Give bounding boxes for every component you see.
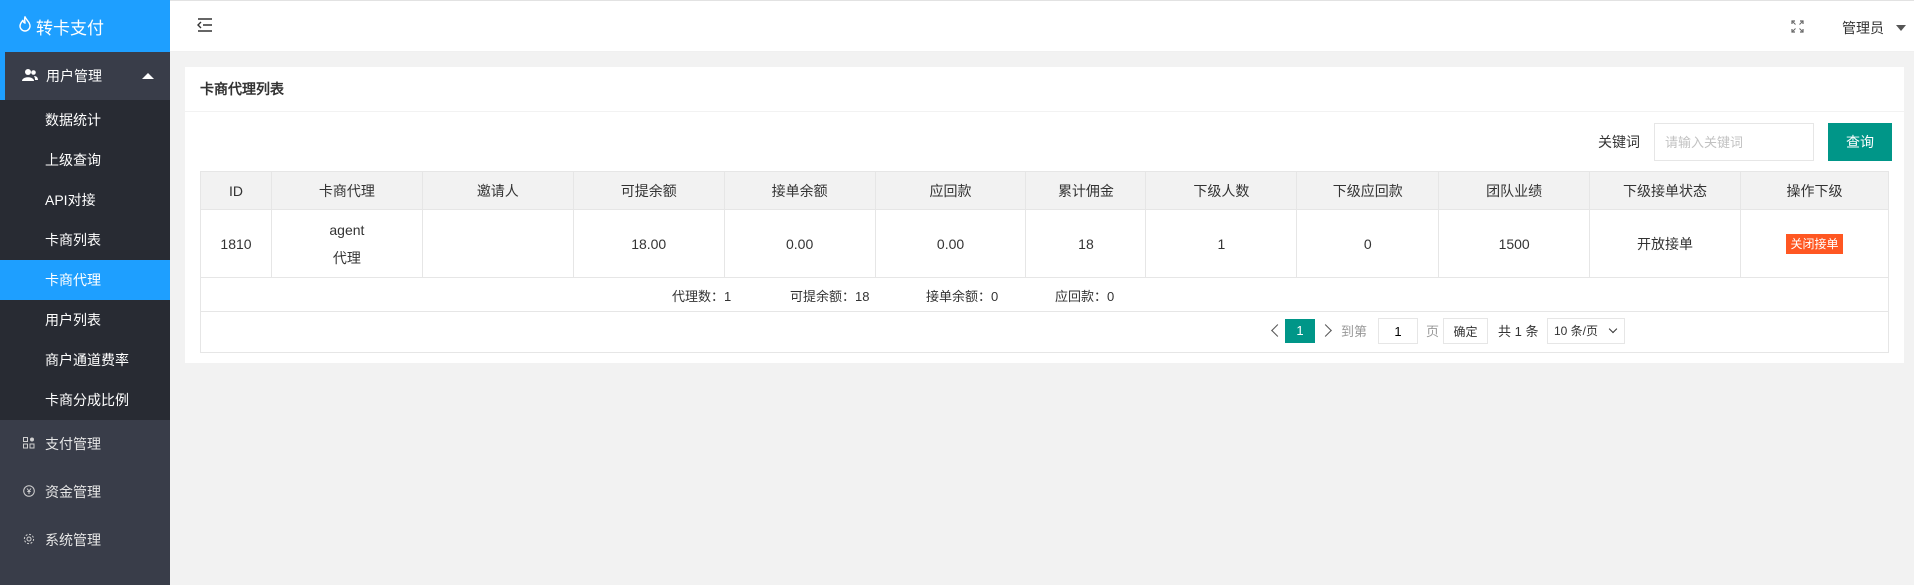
close-orders-button[interactable]: 关闭接单	[1786, 233, 1843, 254]
column-header: 下级应回款	[1296, 171, 1440, 210]
column-header: 应回款	[874, 171, 1027, 210]
column-header: 接单余额	[723, 171, 876, 210]
payment-icon	[21, 436, 37, 452]
agent-name: agent	[329, 221, 365, 238]
sidebar-item-merchant-channel-rate[interactable]: 商户通道费率	[0, 340, 170, 380]
nav-fund-management-label: 资金管理	[45, 484, 101, 500]
cell-sub-receivable: 0	[1296, 209, 1440, 278]
cell-withdrawable: 18.00	[572, 209, 725, 278]
menu-toggle-icon[interactable]	[196, 17, 214, 35]
cell-commission: 18	[1025, 209, 1147, 278]
column-header: 卡商代理	[270, 171, 423, 210]
page-size-select[interactable]: 10 条/页	[1547, 318, 1625, 344]
app-title: 转卡支付	[36, 18, 104, 38]
nav-payment-management[interactable]: 支付管理	[0, 420, 170, 468]
table-header-row: ID 卡商代理 邀请人 可提余额 接单余额 应回款 累计佣金 下级人数 下级应回…	[200, 171, 1889, 210]
chevron-down-icon	[1608, 324, 1618, 334]
pagination: 1 到第 页 确定 共 1 条 10 条/页	[200, 312, 1889, 353]
sidebar-item-card-merchant-agent[interactable]: 卡商代理	[0, 260, 170, 300]
gear-icon	[21, 533, 37, 548]
column-header: 团队业绩	[1438, 171, 1591, 210]
sidebar: 转卡支付 用户管理 数据统计 上级查询 API对接 卡商列表 卡商代理 用户列表…	[0, 0, 170, 585]
summary-withdrawable: 可提余额：18	[790, 289, 870, 304]
prev-page-icon[interactable]	[1271, 324, 1284, 337]
nav-system-management[interactable]: 系统管理	[0, 516, 170, 564]
sidebar-item-superior-query[interactable]: 上级查询	[0, 140, 170, 180]
nav-user-management-label: 用户管理	[46, 68, 102, 84]
cell-id: 1810	[200, 209, 272, 278]
cell-sub-status: 开放接单	[1589, 209, 1741, 278]
sidebar-item-user-list[interactable]: 用户列表	[0, 300, 170, 340]
cell-agent: agent 代理	[270, 209, 423, 278]
summary-order-balance: 接单余额：0	[926, 289, 999, 304]
page-unit-label: 页	[1426, 324, 1440, 339]
total-count: 共 1 条	[1498, 324, 1539, 339]
cell-action: 关闭接单	[1740, 209, 1889, 278]
column-header: 可提余额	[572, 171, 725, 210]
app-logo[interactable]: 转卡支付	[0, 0, 170, 52]
column-header: 累计佣金	[1025, 171, 1147, 210]
flame-icon	[18, 15, 32, 36]
sidebar-item-api[interactable]: API对接	[0, 180, 170, 220]
sidebar-item-card-merchant-list[interactable]: 卡商列表	[0, 220, 170, 260]
column-header: ID	[200, 171, 272, 210]
summary-receivable: 应回款：0	[1055, 289, 1115, 304]
keyword-input[interactable]	[1654, 123, 1814, 161]
nav-system-management-label: 系统管理	[45, 532, 101, 548]
cell-inviter	[421, 209, 574, 278]
sidebar-item-data-stats[interactable]: 数据统计	[0, 100, 170, 140]
keyword-label: 关键词	[1598, 134, 1640, 150]
summary-agent-count: 代理数：1	[672, 289, 732, 304]
caret-down-icon[interactable]	[1896, 25, 1906, 31]
search-bar: 关键词 查询	[1598, 123, 1892, 161]
caret-up-icon	[142, 73, 154, 79]
search-button[interactable]: 查询	[1828, 123, 1892, 161]
fullscreen-icon[interactable]	[1791, 20, 1804, 33]
nav-fund-management[interactable]: 资金管理	[0, 468, 170, 516]
nav-user-management[interactable]: 用户管理	[0, 52, 170, 100]
sidebar-item-commission-ratio[interactable]: 卡商分成比例	[0, 380, 170, 420]
column-header: 操作下级	[1740, 171, 1889, 210]
main-card: 卡商代理列表 关键词 查询 ID 卡商代理 邀请人 可提余额 接单余额 应回款 …	[185, 67, 1904, 363]
cell-receivable: 0.00	[874, 209, 1027, 278]
goto-confirm-button[interactable]: 确定	[1443, 318, 1488, 344]
nav-payment-management-label: 支付管理	[45, 436, 101, 452]
cell-team-performance: 1500	[1438, 209, 1591, 278]
admin-user-menu[interactable]: 管理员	[1842, 18, 1884, 38]
column-header: 下级人数	[1145, 171, 1298, 210]
agent-table: ID 卡商代理 邀请人 可提余额 接单余额 应回款 累计佣金 下级人数 下级应回…	[200, 171, 1889, 278]
users-icon	[21, 68, 39, 85]
cell-order-balance: 0.00	[723, 209, 876, 278]
column-header: 邀请人	[421, 171, 574, 210]
top-header: 管理员	[170, 0, 1914, 52]
cell-sub-count: 1	[1145, 209, 1298, 278]
goto-label: 到第	[1341, 324, 1368, 339]
page-size-value: 10 条/页	[1554, 324, 1599, 338]
page-current[interactable]: 1	[1285, 319, 1315, 343]
next-page-icon[interactable]	[1319, 324, 1332, 337]
agent-role: 代理	[332, 249, 361, 266]
user-management-submenu: 数据统计 上级查询 API对接 卡商列表 卡商代理 用户列表 商户通道费率 卡商…	[0, 100, 170, 420]
table-row: 1810 agent 代理 18.00 0.00 0.00 18 1 0 150…	[200, 209, 1889, 278]
goto-page-input[interactable]	[1378, 318, 1418, 344]
yuan-icon	[21, 484, 37, 500]
table-summary: 代理数：1 可提余额：18 接单余额：0 应回款：0	[200, 277, 1889, 312]
column-header: 下级接单状态	[1589, 171, 1741, 210]
page-title: 卡商代理列表	[185, 67, 1904, 112]
